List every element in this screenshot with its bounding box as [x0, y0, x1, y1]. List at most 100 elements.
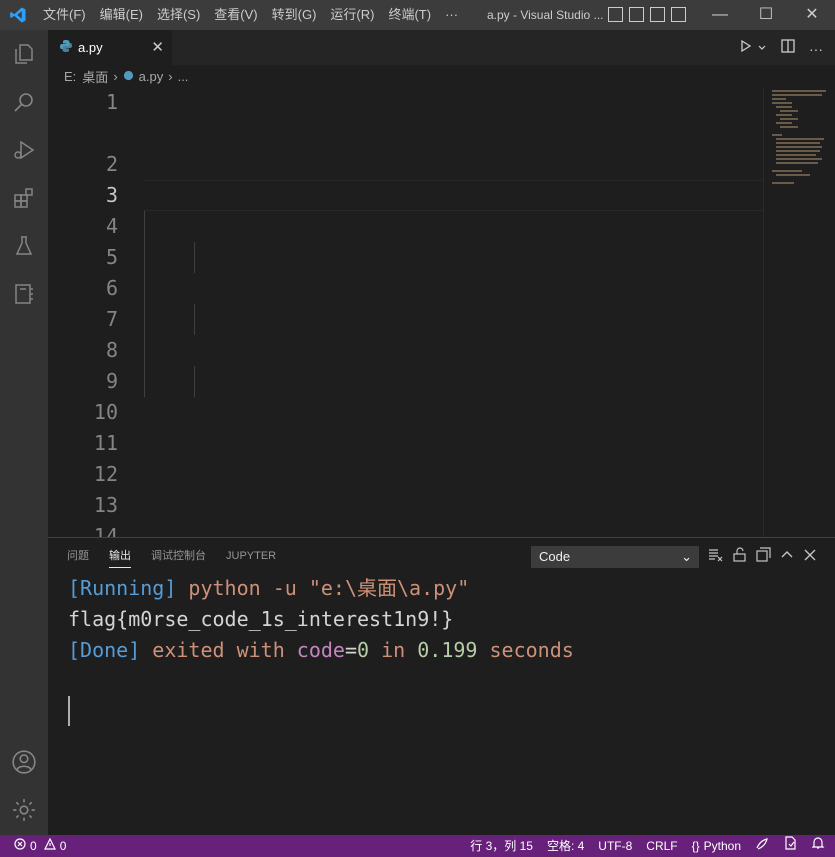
- toggle-sidebar-icon[interactable]: [608, 7, 623, 22]
- menu-more[interactable]: ···: [438, 0, 465, 30]
- in-text: in: [369, 638, 418, 662]
- chevron-right-icon: ›: [113, 68, 118, 84]
- elapsed-time: 0.199: [417, 638, 478, 662]
- minimize-button[interactable]: —: [697, 0, 743, 30]
- menu-run[interactable]: 运行(R): [323, 0, 381, 30]
- maximize-button[interactable]: ☐: [743, 0, 789, 30]
- lock-scroll-icon[interactable]: [732, 547, 747, 565]
- line-number: 7: [105, 307, 118, 331]
- tab-close-icon[interactable]: ✕: [151, 38, 164, 56]
- code-editor[interactable]: 1234567891011121314 Bina = "0010 0100 01…: [48, 87, 835, 537]
- menu-edit[interactable]: 编辑(E): [93, 0, 150, 30]
- maximize-panel-icon[interactable]: [780, 548, 794, 565]
- feedback-icon[interactable]: [755, 835, 769, 857]
- open-editor-icon[interactable]: [756, 547, 771, 565]
- toggle-panel-icon[interactable]: [629, 7, 644, 22]
- line-number: 9: [105, 369, 118, 393]
- chevron-right-icon: ›: [168, 68, 173, 84]
- warning-icon: [43, 835, 56, 857]
- clear-output-icon[interactable]: [708, 547, 723, 565]
- output-line-flag: flag{m0rse_code_1s_interest1n9!}: [68, 607, 454, 631]
- encoding[interactable]: UTF-8: [598, 835, 632, 857]
- end-of-line[interactable]: CRLF: [646, 835, 677, 857]
- notifications-bell-icon[interactable]: [811, 835, 825, 857]
- warning-count: 0: [59, 839, 67, 853]
- seconds-text: seconds: [477, 638, 574, 662]
- activity-bar: [0, 30, 48, 835]
- vscode-logo-icon: [0, 0, 36, 30]
- toggle-secondary-sidebar-icon[interactable]: [650, 7, 665, 22]
- output-line-running: [Running] python -u "e:\桌面\a.py": [68, 573, 469, 604]
- editor-actions: ···: [739, 39, 823, 58]
- line-number: 10: [93, 400, 118, 424]
- tab-jupyter[interactable]: JUPYTER: [216, 538, 286, 574]
- output-channel-select[interactable]: Code ⌄: [531, 546, 699, 568]
- panel-actions: [708, 547, 817, 565]
- settings-sync-icon[interactable]: [783, 835, 797, 857]
- language-mode[interactable]: {} Python: [692, 835, 741, 857]
- split-editor-icon[interactable]: [781, 39, 795, 58]
- run-dropdown-icon[interactable]: [757, 40, 767, 58]
- code-keyword: code: [296, 638, 345, 662]
- problems-summary[interactable]: 0 0: [14, 835, 66, 857]
- customize-layout-icon[interactable]: [671, 7, 686, 22]
- line-number: 2: [105, 152, 118, 176]
- breadcrumb-folder[interactable]: 桌面: [82, 67, 108, 86]
- line-number: 5: [105, 245, 118, 269]
- indent-guide: [194, 242, 195, 273]
- python-file-icon: [123, 69, 134, 84]
- error-icon: [14, 835, 26, 857]
- testing-icon[interactable]: [0, 222, 48, 270]
- menu-go[interactable]: 转到(G): [265, 0, 324, 30]
- breadcrumb-more[interactable]: ...: [178, 69, 189, 84]
- editor-tab-bar: a.py ✕ ···: [48, 30, 835, 65]
- close-panel-icon[interactable]: [803, 548, 817, 565]
- indent-guide: [194, 366, 195, 397]
- account-icon[interactable]: [0, 738, 48, 786]
- breadcrumb-drive[interactable]: E:: [64, 69, 76, 84]
- line-number: 6: [105, 276, 118, 300]
- error-count: 0: [30, 839, 37, 853]
- menu-selection[interactable]: 选择(S): [150, 0, 207, 30]
- current-line-highlight: [143, 180, 763, 211]
- search-icon[interactable]: [0, 78, 48, 126]
- language-label: Python: [703, 839, 741, 853]
- line-number: 14: [93, 524, 118, 537]
- tab-problems[interactable]: 问题: [57, 538, 99, 574]
- line-number: 4: [105, 214, 118, 238]
- menu-view[interactable]: 查看(V): [207, 0, 264, 30]
- cursor-position[interactable]: 行 3，列 15: [470, 835, 533, 857]
- layout-controls: [608, 7, 686, 22]
- menu-terminal[interactable]: 终端(T): [381, 0, 438, 30]
- explorer-icon[interactable]: [0, 30, 48, 78]
- bottom-panel: 问题 输出 调试控制台 JUPYTER Code ⌄ [Running] pyt…: [48, 537, 835, 835]
- notebook-icon[interactable]: [0, 270, 48, 318]
- text-cursor: [68, 696, 70, 726]
- done-tag: [Done]: [68, 638, 141, 662]
- output-line-done: [Done] exited with code=0 in 0.199 secon…: [68, 635, 574, 666]
- settings-gear-icon[interactable]: [0, 786, 48, 834]
- tab-label: a.py: [78, 40, 103, 55]
- braces-icon: {}: [691, 839, 700, 853]
- tab-a-py[interactable]: a.py ✕: [48, 30, 172, 65]
- extensions-icon[interactable]: [0, 174, 48, 222]
- line-number: [48, 118, 118, 149]
- run-debug-icon[interactable]: [0, 126, 48, 174]
- line-number: 3: [105, 183, 118, 207]
- minimap[interactable]: [763, 87, 835, 537]
- window-controls: — ☐ ✕: [697, 0, 835, 30]
- tab-output[interactable]: 输出: [99, 538, 141, 574]
- line-number: 1: [105, 90, 118, 114]
- menu-file[interactable]: 文件(F): [36, 0, 93, 30]
- panel-tabs: 问题 输出 调试控制台 JUPYTER: [57, 538, 286, 574]
- python-file-icon: [60, 40, 72, 55]
- breadcrumb-file[interactable]: a.py: [139, 69, 164, 84]
- line-number: 11: [93, 431, 118, 455]
- indentation[interactable]: 空格: 4: [547, 835, 584, 857]
- more-actions-icon[interactable]: ···: [809, 41, 823, 57]
- run-command: python -u "e:\桌面\a.py": [176, 576, 470, 600]
- close-window-button[interactable]: ✕: [789, 0, 835, 30]
- tab-debug-console[interactable]: 调试控制台: [141, 538, 216, 574]
- exit-code: 0: [357, 638, 370, 662]
- run-python-file-icon[interactable]: [739, 39, 753, 58]
